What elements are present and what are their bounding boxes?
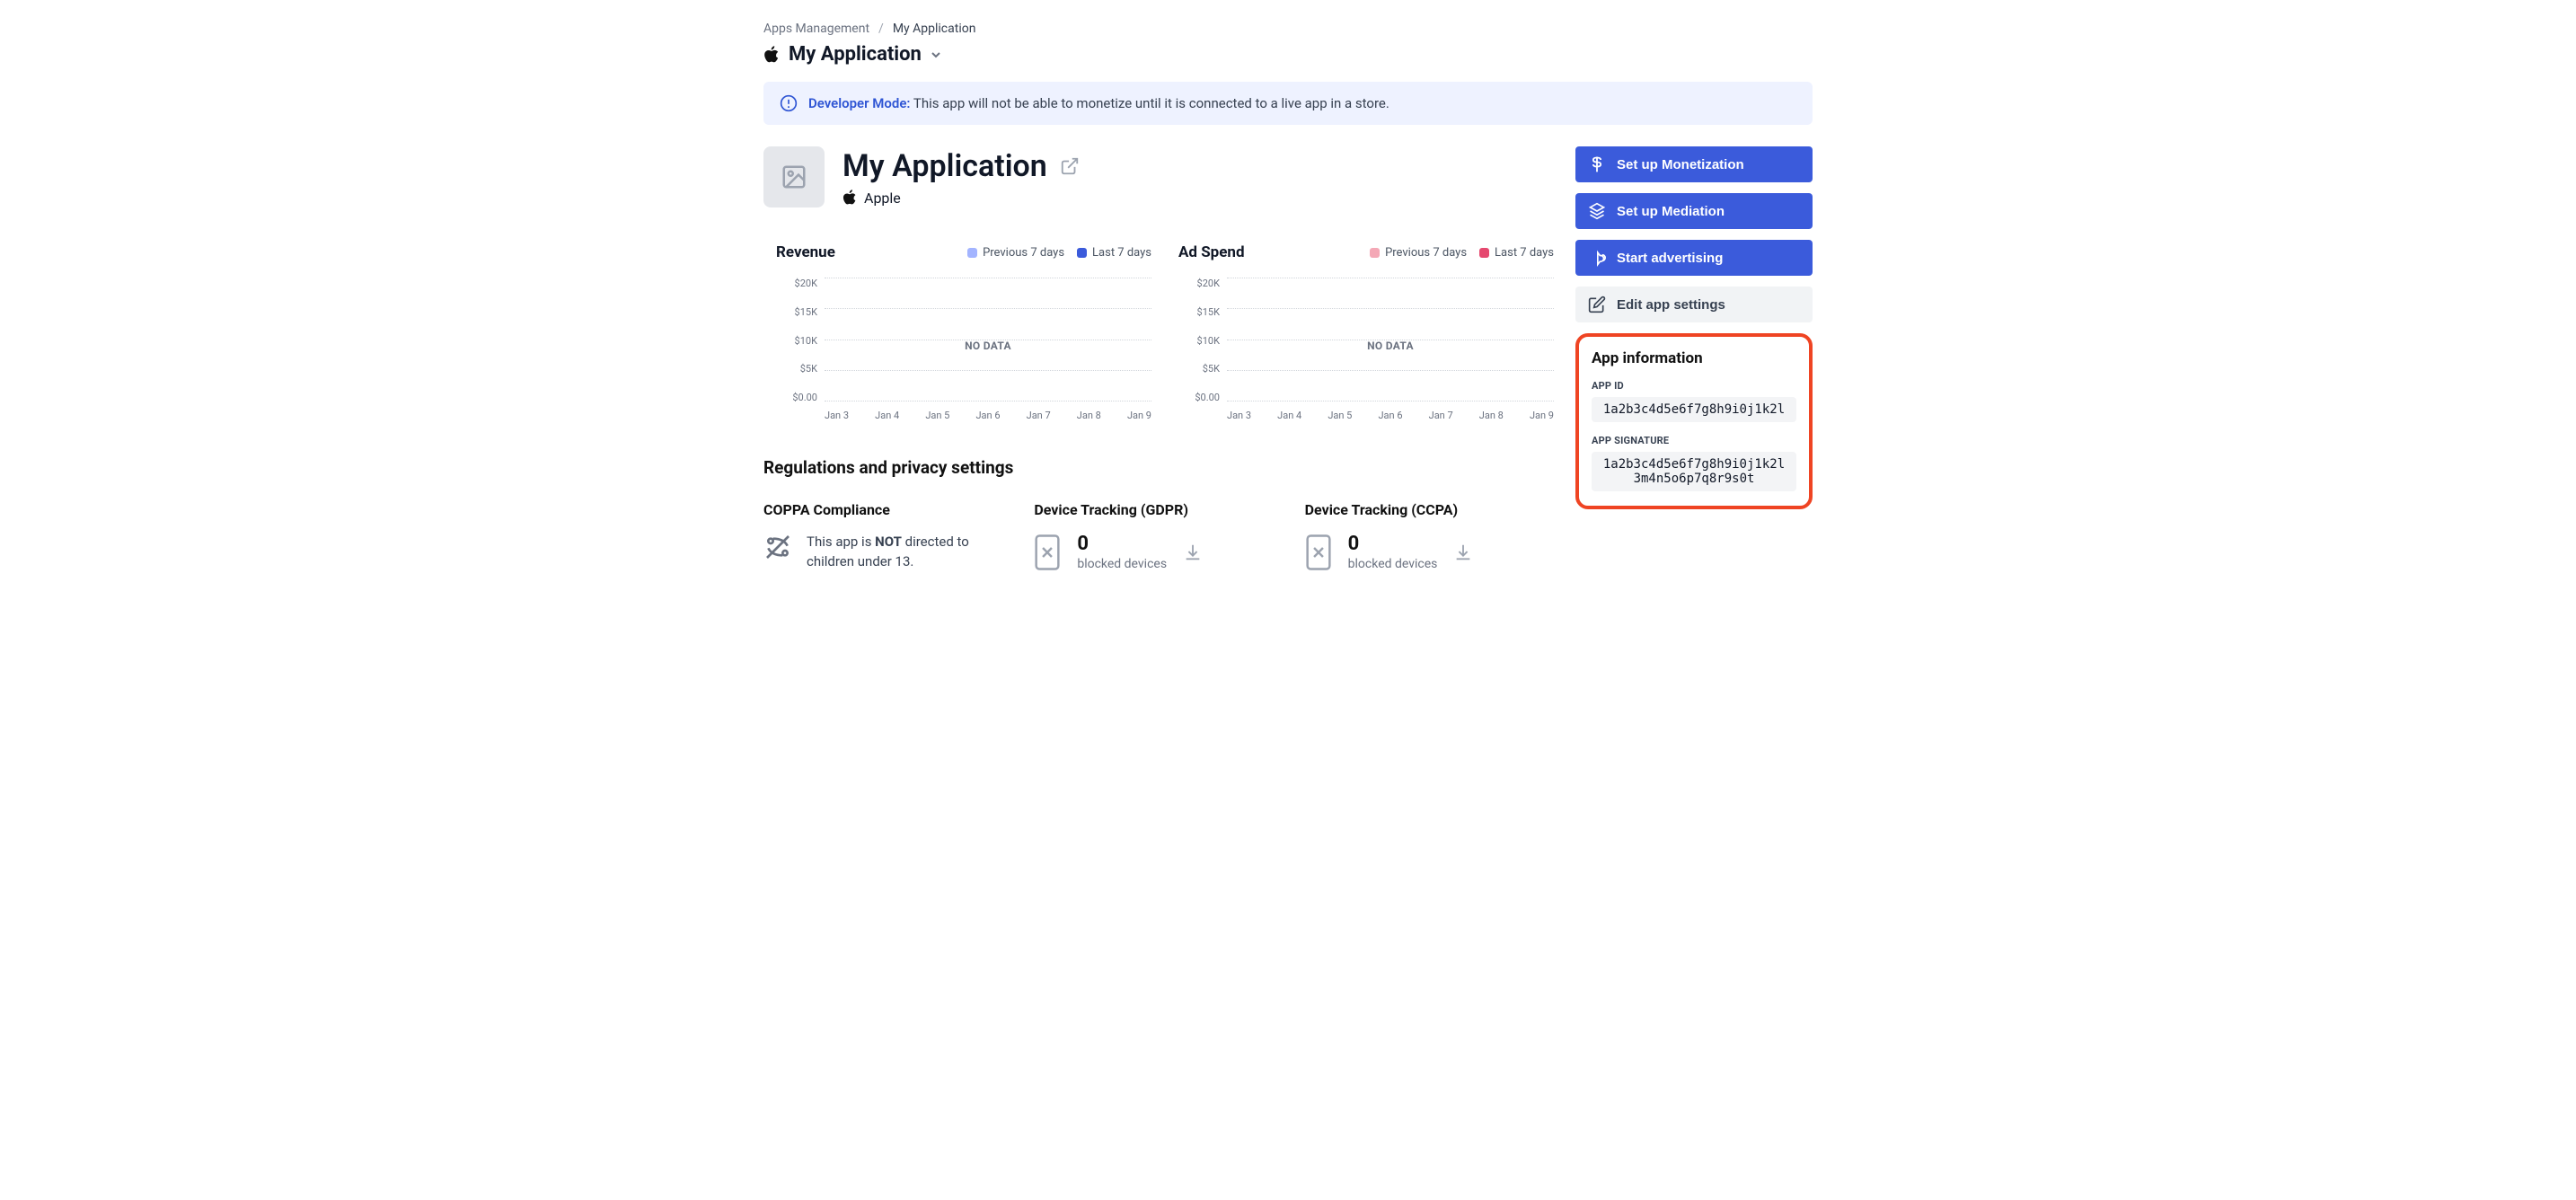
legend-swatch-prev	[967, 248, 977, 258]
setup-monetization-button[interactable]: Set up Monetization	[1575, 146, 1813, 182]
legend-swatch-last	[1479, 248, 1489, 258]
legend-swatch-prev	[1370, 248, 1380, 258]
start-advertising-button[interactable]: Start advertising	[1575, 240, 1813, 276]
page-title: My Application	[842, 148, 1047, 184]
y-axis-labels: $20K $15K $10K $5K $0.00	[1178, 278, 1220, 403]
gdpr-sub: blocked devices	[1077, 557, 1167, 571]
download-icon[interactable]	[1453, 543, 1473, 562]
info-card-title: App information	[1592, 349, 1796, 367]
ccpa-sub: blocked devices	[1348, 557, 1438, 571]
revenue-chart: Revenue Previous 7 days Last 7 days $20K…	[776, 243, 1151, 421]
device-blocked-icon	[1034, 534, 1061, 571]
platform-label: Apple	[864, 190, 901, 207]
gdpr-heading: Device Tracking (GDPR)	[1034, 501, 1283, 518]
app-thumbnail-placeholder	[763, 146, 825, 207]
chart-legend: Previous 7 days Last 7 days	[967, 246, 1151, 260]
setup-mediation-button[interactable]: Set up Mediation	[1575, 193, 1813, 229]
chart-title: Revenue	[776, 243, 835, 261]
app-signature-value[interactable]: 1a2b3c4d5e6f7g8h9i0j1k2l3m4n5o6p7q8r9s0t	[1592, 452, 1796, 491]
external-link-icon[interactable]	[1060, 156, 1080, 176]
breadcrumb-separator: /	[878, 22, 884, 36]
dollar-icon	[1588, 155, 1606, 173]
adspend-chart: Ad Spend Previous 7 days Last 7 days $20…	[1178, 243, 1554, 421]
ccpa-count: 0	[1348, 533, 1438, 555]
coppa-icon	[763, 533, 792, 561]
app-id-label: APP ID	[1592, 380, 1796, 392]
button-label: Start advertising	[1617, 251, 1723, 266]
legend-last: Last 7 days	[1495, 246, 1554, 260]
button-label: Set up Mediation	[1617, 204, 1725, 219]
x-axis-labels: Jan 3 Jan 4 Jan 5 Jan 6 Jan 7 Jan 8 Jan …	[1227, 410, 1554, 421]
y-axis-labels: $20K $15K $10K $5K $0.00	[776, 278, 817, 403]
chart-legend: Previous 7 days Last 7 days	[1370, 246, 1554, 260]
x-axis-labels: Jan 3 Jan 4 Jan 5 Jan 6 Jan 7 Jan 8 Jan …	[825, 410, 1151, 421]
header-app-name: My Application	[789, 43, 922, 66]
megaphone-icon	[1588, 249, 1606, 267]
button-label: Set up Monetization	[1617, 157, 1744, 172]
app-information-card: App information APP ID 1a2b3c4d5e6f7g8h9…	[1575, 333, 1813, 509]
gdpr-count: 0	[1077, 533, 1167, 555]
layers-icon	[1588, 202, 1606, 220]
apple-icon	[842, 190, 857, 206]
app-id-value[interactable]: 1a2b3c4d5e6f7g8h9i0j1k2l	[1592, 397, 1796, 422]
developer-mode-banner: Developer Mode: This app will not be abl…	[763, 82, 1813, 125]
chart-title: Ad Spend	[1178, 243, 1245, 261]
device-blocked-icon	[1305, 534, 1332, 571]
legend-swatch-last	[1077, 248, 1087, 258]
coppa-text: This app is NOT directed to children und…	[807, 533, 986, 572]
edit-icon	[1588, 296, 1606, 313]
no-data-label: NO DATA	[825, 340, 1151, 352]
download-icon[interactable]	[1183, 543, 1203, 562]
no-data-label: NO DATA	[1227, 340, 1554, 352]
breadcrumb-current: My Application	[893, 22, 976, 36]
banner-label: Developer Mode:	[808, 95, 910, 111]
breadcrumb-parent[interactable]: Apps Management	[763, 22, 869, 36]
ccpa-heading: Device Tracking (CCPA)	[1305, 501, 1554, 518]
legend-prev: Previous 7 days	[1385, 246, 1467, 260]
button-label: Edit app settings	[1617, 297, 1725, 313]
app-selector[interactable]: My Application	[763, 43, 1813, 66]
info-icon	[780, 94, 798, 112]
regulations-section-title: Regulations and privacy settings	[763, 457, 1554, 478]
legend-last: Last 7 days	[1092, 246, 1151, 260]
app-signature-label: APP SIGNATURE	[1592, 435, 1796, 446]
legend-prev: Previous 7 days	[983, 246, 1064, 260]
chevron-down-icon	[931, 49, 941, 60]
edit-app-settings-button[interactable]: Edit app settings	[1575, 287, 1813, 322]
banner-text: This app will not be able to monetize un…	[913, 95, 1389, 111]
apple-icon	[763, 46, 780, 64]
breadcrumb: Apps Management / My Application	[763, 22, 1813, 36]
coppa-heading: COPPA Compliance	[763, 501, 1012, 518]
